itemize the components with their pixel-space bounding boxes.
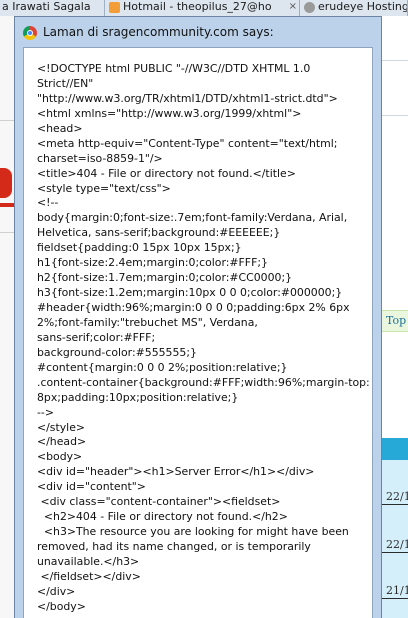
browser-tab-hosting[interactable]: erudeye Hosting bbox=[300, 0, 408, 16]
message-line: fieldset{padding:0 15px 10px 15px;} bbox=[37, 241, 242, 255]
message-line: </fieldset></div> bbox=[37, 569, 141, 583]
message-line: --> bbox=[37, 405, 54, 419]
background-logo-fragment bbox=[0, 168, 12, 198]
dialog-message-text: <!DOCTYPE html PUBLIC "-//W3C//DTD XHTML… bbox=[37, 62, 370, 615]
message-line: <!DOCTYPE html PUBLIC "-//W3C//DTD XHTML… bbox=[37, 62, 311, 75]
divider bbox=[0, 232, 14, 233]
message-line: 8px;padding:10px;position:relative;} bbox=[37, 390, 239, 404]
tab-label: erudeye Hosting bbox=[318, 0, 408, 13]
divider bbox=[382, 552, 408, 553]
message-line: <html xmlns="http://www.w3.org/1999/xhtm… bbox=[37, 106, 302, 120]
message-line: <div id="header"><h1>Server Error</h1></… bbox=[37, 465, 315, 479]
message-line: h2{font-size:1.7em;margin:0;color:#CC000… bbox=[37, 271, 293, 285]
message-line: unavailable.</h3> bbox=[37, 554, 140, 568]
message-line: charset=iso-8859-1"/> bbox=[37, 151, 163, 165]
divider bbox=[382, 504, 408, 505]
message-line: h3{font-size:1.2em;margin:10px 0 0 0;col… bbox=[37, 286, 343, 300]
divider bbox=[382, 598, 408, 599]
alert-dialog: Laman di sragencommunity.com says: <!DOC… bbox=[14, 16, 382, 618]
message-line: h1{font-size:2.4em;margin:0;color:#FFF;} bbox=[37, 256, 268, 270]
dialog-message-area: <!DOCTYPE html PUBLIC "-//W3C//DTD XHTML… bbox=[23, 47, 373, 618]
browser-tab[interactable]: a Irawati Sagala bbox=[0, 0, 105, 16]
chrome-icon bbox=[23, 26, 37, 40]
message-line: <div id="content"> bbox=[37, 480, 146, 494]
globe-icon bbox=[304, 2, 315, 13]
message-line: <head> bbox=[37, 121, 83, 135]
message-line: <meta http-equiv="Content-Type" content=… bbox=[37, 136, 338, 150]
message-line: </head> bbox=[37, 435, 87, 449]
message-line: #header{width:96%;margin:0 0 0 0;padding… bbox=[37, 301, 350, 314]
message-line: background-color:#555555;} bbox=[37, 345, 197, 359]
message-line: <!-- bbox=[37, 196, 59, 210]
tab-label: Hotmail - theopilus_27@ho bbox=[123, 0, 272, 13]
message-line: </body> bbox=[37, 599, 86, 613]
message-line: .content-container{background:#FFF;width… bbox=[37, 375, 370, 389]
divider bbox=[382, 60, 408, 61]
message-line: </div> bbox=[37, 584, 76, 598]
browser-tab-bar: a Irawati Sagala Hotmail - theopilus_27@… bbox=[0, 0, 408, 16]
message-line: removed, had its name changed, or is tem… bbox=[37, 540, 311, 553]
background-blue-stripe bbox=[382, 438, 408, 460]
message-line: Strict//EN" bbox=[37, 76, 94, 90]
message-line: sans-serif;color:#FFF; bbox=[37, 330, 156, 344]
message-line: <style type="text/css"> bbox=[37, 181, 171, 195]
close-icon[interactable]: × bbox=[289, 0, 297, 14]
message-line: <h3>The resource you are looking for mig… bbox=[37, 525, 349, 539]
hotmail-icon bbox=[109, 2, 120, 13]
dialog-title: Laman di sragencommunity.com says: bbox=[43, 25, 274, 39]
background-logo-underline bbox=[0, 203, 14, 207]
background-date: 22/1 bbox=[386, 490, 408, 503]
divider bbox=[382, 115, 408, 116]
message-line: <body> bbox=[37, 450, 83, 464]
dialog-titlebar[interactable]: Laman di sragencommunity.com says: bbox=[15, 17, 381, 47]
message-line: body{margin:0;font-size:.7em;font-family… bbox=[37, 211, 348, 225]
message-line: "http://www.w3.org/TR/xhtml1/DTD/xhtml1-… bbox=[37, 91, 338, 105]
message-line: <h2>404 - File or directory not found.</… bbox=[37, 510, 288, 524]
background-date: 21/1 bbox=[386, 584, 408, 597]
message-line: Helvetica, sans-serif;background:#EEEEEE… bbox=[37, 226, 281, 240]
message-line: 2%;font-family:"trebuchet MS", Verdana, bbox=[37, 315, 258, 329]
divider bbox=[0, 120, 14, 121]
browser-tab-hotmail[interactable]: Hotmail - theopilus_27@ho × bbox=[105, 0, 300, 16]
message-line: #content{margin:0 0 0 2%;position:relati… bbox=[37, 360, 288, 374]
message-line: <title>404 - File or directory not found… bbox=[37, 166, 296, 180]
message-line: </style> bbox=[37, 420, 86, 434]
message-line: <div class="content-container"><fieldset… bbox=[37, 495, 281, 509]
background-top-link[interactable]: Top bbox=[386, 314, 406, 327]
background-date: 22/1 bbox=[386, 538, 408, 551]
background-page-left bbox=[0, 16, 14, 618]
tab-label: a Irawati Sagala bbox=[2, 0, 91, 13]
